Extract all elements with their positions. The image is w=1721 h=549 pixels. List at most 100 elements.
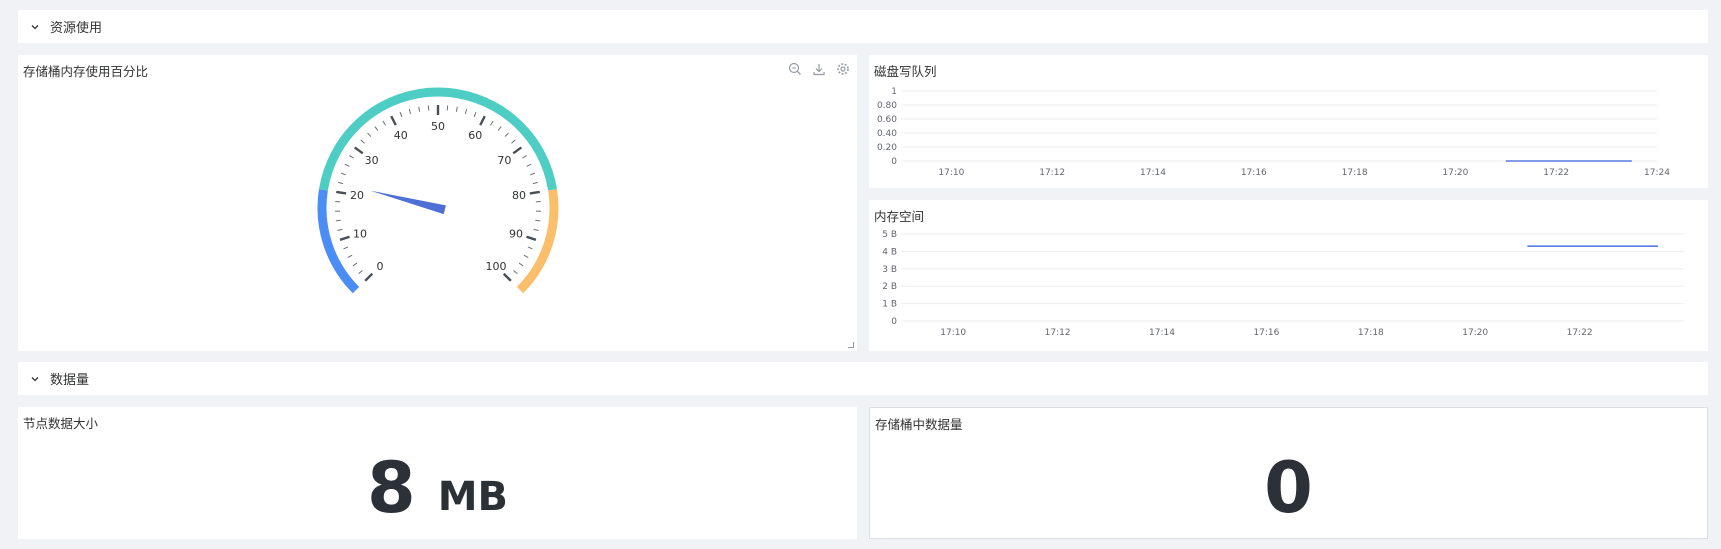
x-tick-label: 17:18 [1358, 328, 1384, 338]
gauge-minor-tick [343, 246, 349, 250]
y-tick-label: 1 [891, 87, 897, 97]
resize-handle[interactable] [848, 342, 854, 348]
gauge-major-tick [512, 146, 523, 155]
gauge-minor-tick [523, 254, 529, 259]
gauge-minor-tick [338, 181, 344, 185]
gauge-minor-tick [358, 270, 363, 275]
x-tick-label: 17:10 [938, 168, 964, 178]
gauge-minor-tick [340, 172, 346, 176]
memory-panel: 内存空间 01 B2 B3 B4 B5 B 17:10 17:12 17:14 17:1… [869, 200, 1708, 351]
gauge-minor-tick [349, 155, 354, 159]
x-tick-label: 17:22 [1567, 328, 1593, 338]
gauge-tick-label: 30 [365, 154, 379, 167]
gauge-tick-label: 100 [485, 260, 506, 273]
stat-display: 0 [870, 438, 1707, 538]
gauge-minor-tick [513, 270, 518, 275]
gauge-panel: 存储桶内存使用百分比 0 10 20 30 40 50 60 70 80 90 100 [18, 55, 857, 351]
x-tick-label: 17:22 [1543, 168, 1569, 178]
memory-chart: 0 1 B 2 B 3 B 4 B 5 B 17:10 17:12 17:14 17:16 17:1… [882, 230, 1684, 338]
x-tick-label: 17:14 [1140, 168, 1166, 178]
y-tick-label: 2 B [882, 282, 897, 292]
gauge-major-tick [479, 115, 486, 126]
y-tick-label: 0.60 [877, 115, 897, 125]
gauge-major-tick [529, 190, 540, 195]
section-title: 数据量 [50, 373, 90, 388]
gauge-minor-tick [367, 132, 372, 137]
x-tick-label: 17:20 [1442, 168, 1468, 178]
gauge-minor-tick [418, 106, 421, 112]
gauge-minor-tick [511, 139, 516, 144]
chevron-down-icon [28, 20, 42, 34]
gauge-minor-tick [533, 228, 539, 231]
section-header-data[interactable]: 数据量 [18, 362, 1708, 395]
disk-queue-panel: 磁盘写队列 0 0.20 0.40 0.60 0.80 1 17:10 17:12 17:14 1… [869, 55, 1708, 188]
gauge-minor-tick [535, 219, 541, 222]
x-tick-label: 17:20 [1462, 328, 1488, 338]
gauge-tick-label: 70 [497, 154, 511, 167]
gauge-minor-tick [344, 163, 350, 167]
gauge-minor-tick [335, 219, 341, 222]
y-tick-label: 3 B [882, 265, 897, 275]
gauge-minor-tick [382, 120, 386, 126]
x-tick-label: 17:18 [1342, 168, 1368, 178]
gauge-needle [370, 190, 446, 215]
gauge-band [516, 189, 559, 294]
gauge-major-tick [353, 146, 364, 155]
gauge-minor-tick [408, 108, 412, 115]
y-tick-label: 5 B [882, 230, 897, 240]
y-tick-label: 1 B [882, 300, 897, 310]
x-tick-label: 17:16 [1241, 168, 1267, 178]
gauge-minor-tick [399, 112, 403, 118]
gauge-minor-tick [532, 181, 538, 185]
x-tick-label: 17:10 [940, 328, 966, 338]
gauge-major-tick [526, 235, 537, 241]
gauge-minor-tick [347, 254, 353, 259]
bucket-count-panel: 存储桶中数据量 0 [869, 407, 1708, 539]
gauge-minor-tick [527, 246, 533, 250]
gauge-major-tick [390, 115, 397, 126]
stat-unit: MB [437, 474, 508, 520]
panel-title: 存储桶中数据量 [875, 417, 963, 432]
gauge-major-tick [502, 272, 512, 282]
x-tick-label: 17:12 [1045, 328, 1071, 338]
gauge-minor-tick [530, 172, 536, 176]
gauge-tick-label: 50 [431, 120, 445, 133]
gauge-major-tick [364, 272, 374, 282]
gauge-tick-label: 60 [468, 129, 482, 142]
gauge-minor-tick [522, 155, 527, 159]
panel-title: 节点数据大小 [23, 416, 99, 431]
y-tick-label: 0 [891, 157, 897, 167]
gauge-chart: 0 10 20 30 40 50 60 70 80 90 100 [317, 87, 559, 294]
y-tick-label: 0.80 [877, 101, 897, 111]
gauge-minor-tick [464, 108, 468, 115]
gauge-major-tick [339, 235, 350, 241]
node-size-panel: 节点数据大小 8 MB [18, 407, 857, 539]
gauge-minor-tick [497, 126, 502, 131]
y-tick-label: 0 [891, 317, 897, 327]
chevron-down-icon [28, 372, 42, 386]
stat-value: 0 [1264, 447, 1313, 529]
gauge-minor-tick [518, 262, 524, 267]
x-tick-label: 17:24 [1644, 168, 1670, 178]
gauge-minor-tick [337, 228, 343, 231]
gauge-band [317, 189, 360, 294]
gauge-minor-tick [504, 132, 509, 137]
y-tick-label: 4 B [882, 247, 897, 257]
stat-value: 8 [366, 447, 416, 529]
gauge-major-tick [336, 190, 347, 195]
gauge-tick-label: 20 [350, 189, 364, 202]
stat-display: 8 MB [18, 437, 857, 539]
gauge-minor-tick [374, 126, 379, 131]
gauge-tick-label: 0 [377, 260, 384, 273]
gauge-minor-tick [490, 120, 494, 126]
gauge-tick-label: 40 [394, 129, 408, 142]
y-tick-label: 0.20 [877, 143, 897, 153]
section-header-resource[interactable]: 资源使用 [18, 10, 1708, 43]
x-tick-label: 17:16 [1253, 328, 1279, 338]
gauge-minor-tick [352, 262, 358, 267]
section-title: 资源使用 [50, 21, 103, 36]
gauge-minor-tick [360, 139, 365, 144]
x-tick-label: 17:14 [1149, 328, 1175, 338]
x-tick-label: 17:12 [1039, 168, 1065, 178]
disk-queue-chart: 0 0.20 0.40 0.60 0.80 1 17:10 17:12 17:14 17:16 17… [877, 87, 1670, 178]
